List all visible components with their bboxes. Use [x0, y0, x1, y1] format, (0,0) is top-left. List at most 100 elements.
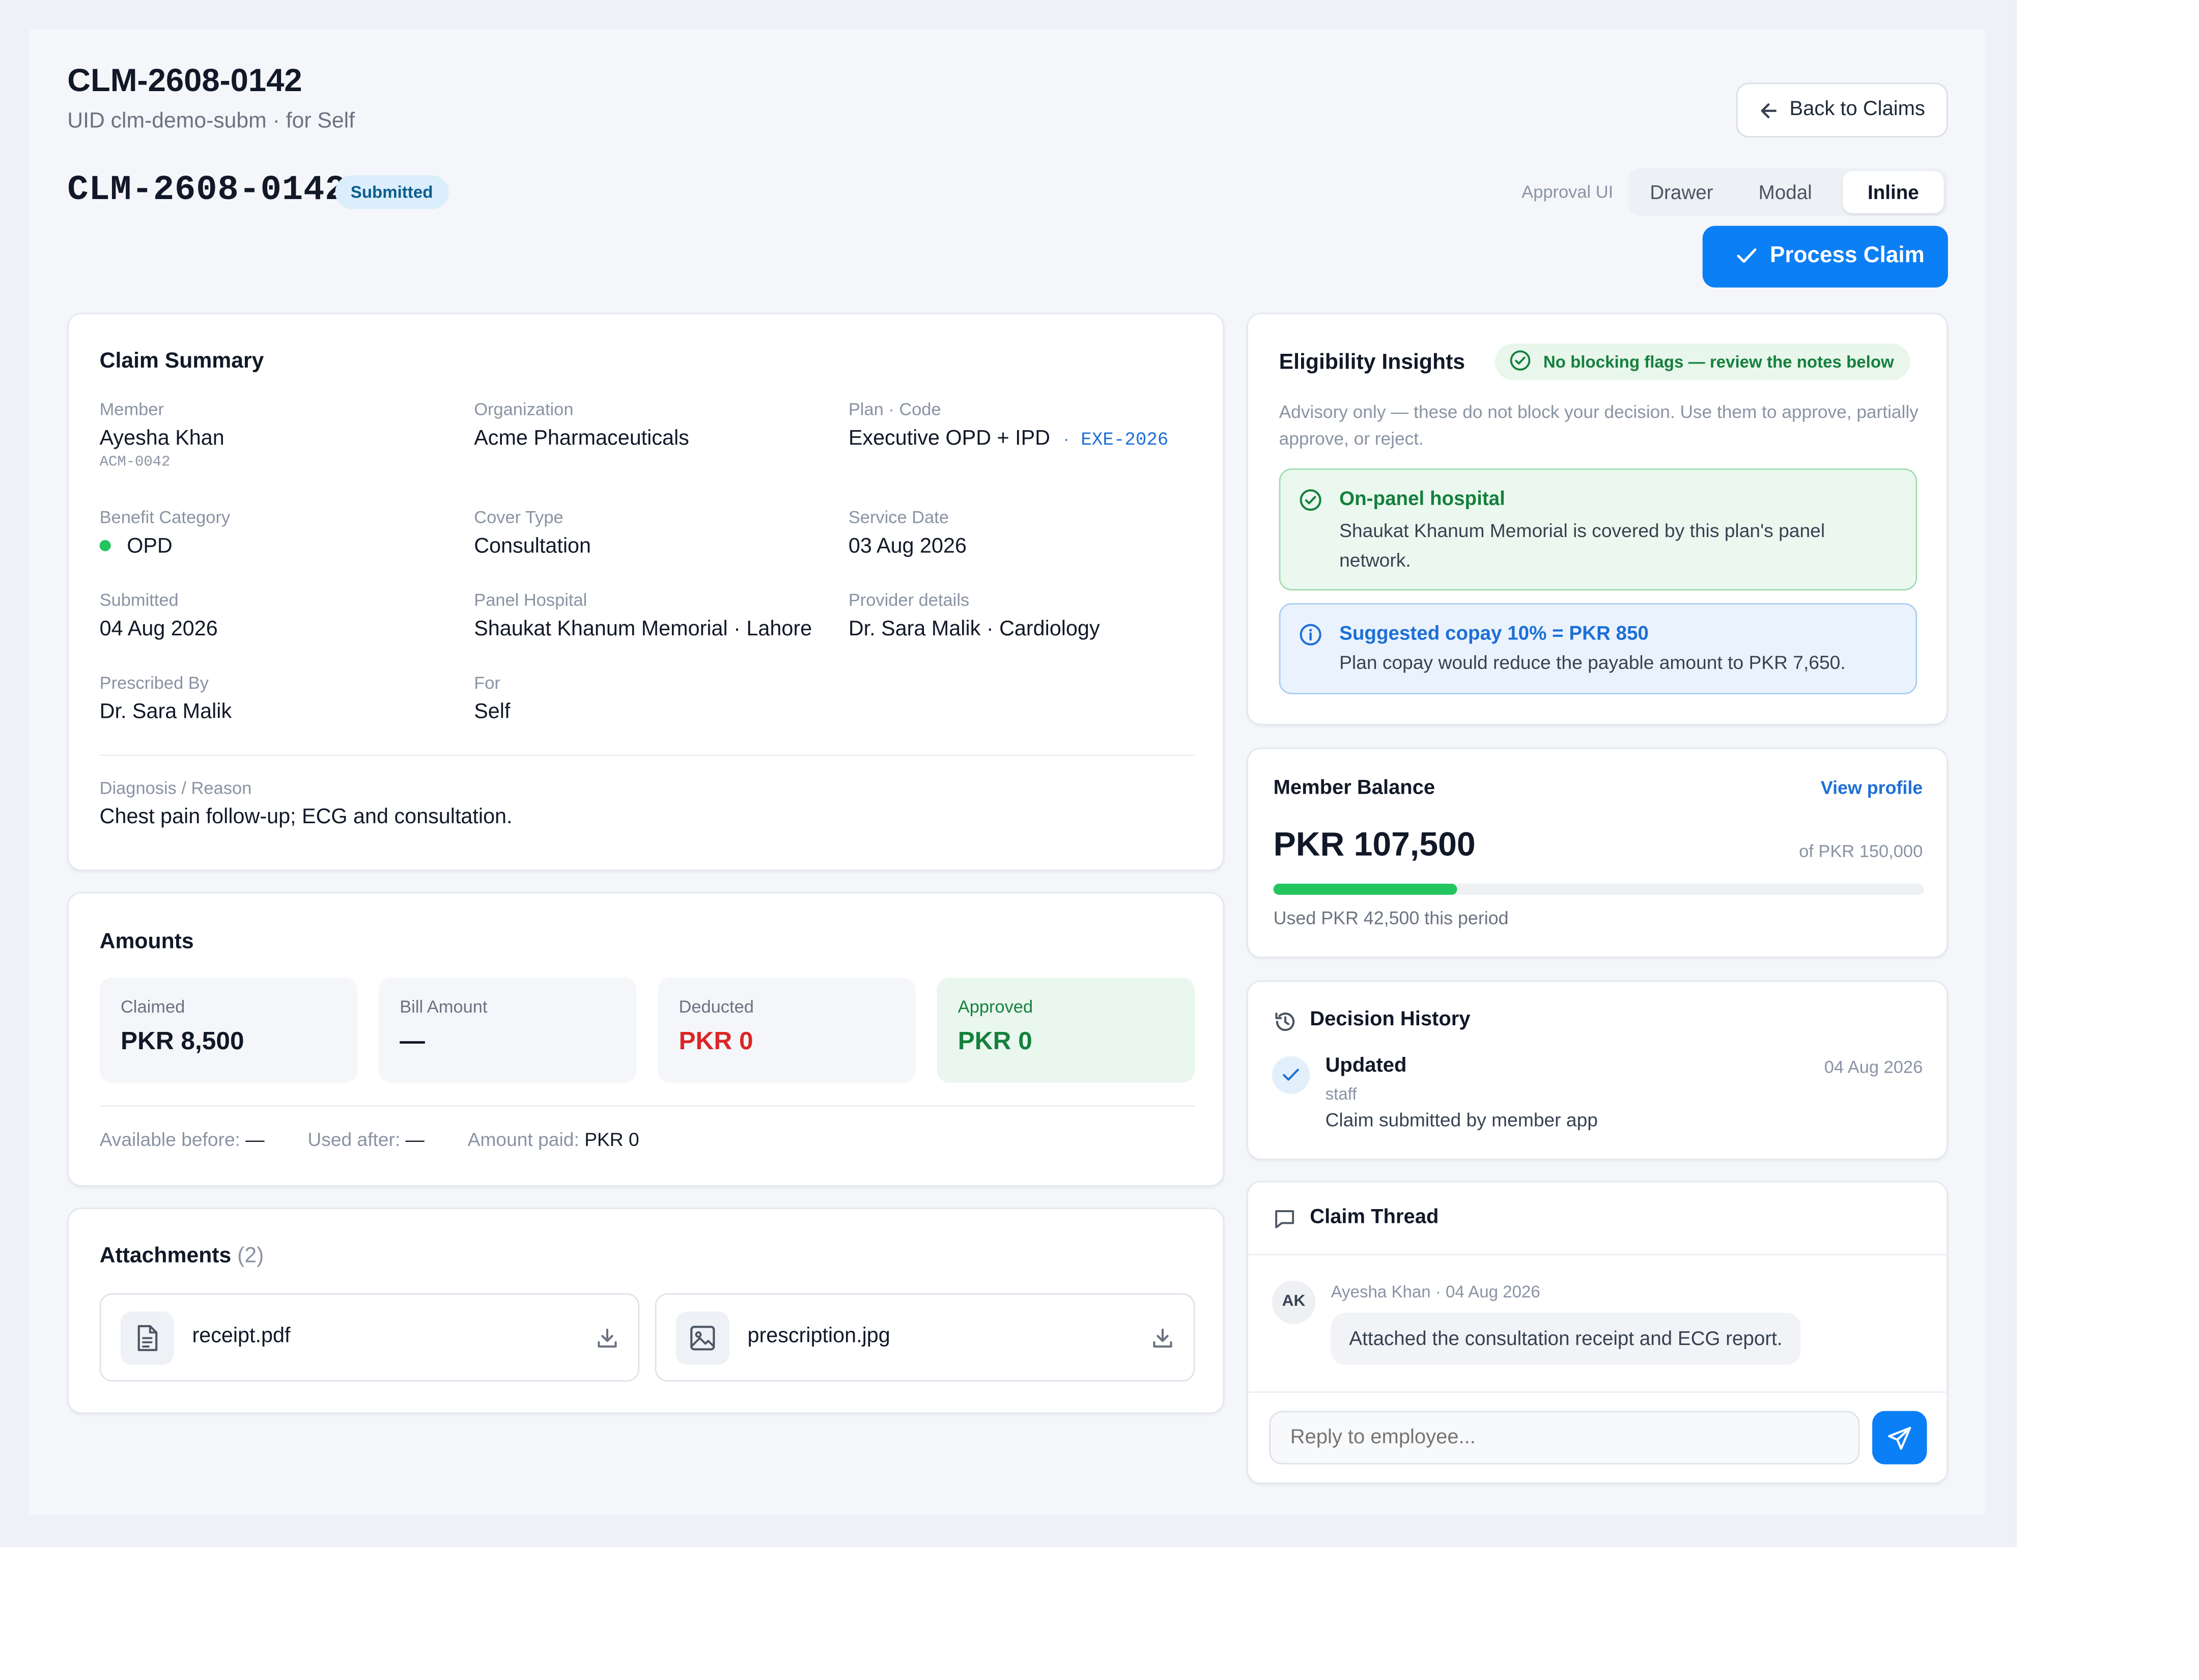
divider	[99, 754, 1195, 756]
amount-paid-label: Amount paid:	[467, 1129, 579, 1151]
plan-value: Executive OPD + IPD	[848, 426, 1051, 451]
diagnosis-value: Chest pain follow-up; ECG and consultati…	[99, 805, 513, 829]
no-blocking-flags-badge: No blocking flags — review the notes bel…	[1495, 344, 1910, 380]
provider-details-label: Provider details	[848, 590, 970, 610]
bill-amount-label: Bill Amount	[400, 997, 488, 1017]
claimed-value: PKR 8,500	[120, 1026, 244, 1055]
claim-id-heading: CLM-2608-0142	[67, 170, 347, 211]
reply-input[interactable]	[1269, 1411, 1860, 1465]
decision-history-title: Decision History	[1310, 1008, 1471, 1031]
message-icon	[1275, 1210, 1294, 1228]
back-to-claims-label: Back to Claims	[1789, 98, 1925, 121]
submitted-value: 04 Aug 2026	[99, 617, 218, 641]
prescribed-by-label: Prescribed By	[99, 673, 209, 693]
panel-hospital-label: Panel Hospital	[474, 590, 587, 610]
history-entry-role: staff	[1325, 1084, 1357, 1104]
divider	[1248, 1391, 1947, 1393]
member-balance-title: Member Balance	[1273, 777, 1435, 800]
balance-amount: PKR 107,500	[1273, 826, 1476, 864]
process-claim-label: Process Claim	[1769, 244, 1925, 268]
check-circle-icon	[1300, 489, 1321, 511]
divider	[1248, 1254, 1947, 1255]
history-entry-note: Claim submitted by member app	[1325, 1109, 1598, 1131]
claimed-label: Claimed	[120, 997, 185, 1017]
balance-total: of PKR 150,000	[1799, 842, 1923, 861]
download-icon[interactable]	[596, 1327, 618, 1349]
approval-option-modal[interactable]: Modal	[1735, 171, 1836, 213]
cover-type-field: Cover Type Consultation	[474, 508, 591, 559]
provider-details-value: Dr. Sara Malik · Cardiology	[848, 617, 1100, 641]
divider	[99, 1105, 1195, 1107]
page-title: CLM-2608-0142	[67, 62, 302, 98]
claimed-amount-box: Claimed PKR 8,500	[99, 977, 358, 1083]
insight-title: Suggested copay 10% = PKR 850	[1339, 621, 1649, 644]
for-value: Self	[474, 699, 511, 724]
attachment-name: prescription.jpg	[747, 1324, 890, 1348]
attachment-item[interactable]: prescription.jpg	[655, 1293, 1195, 1382]
deducted-amount-box: Deducted PKR 0	[658, 977, 916, 1083]
benefit-category-value: OPD	[127, 534, 173, 558]
member-label: Member	[99, 400, 164, 419]
organization-value: Acme Pharmaceuticals	[474, 426, 689, 451]
send-button[interactable]	[1872, 1411, 1927, 1465]
submitted-field: Submitted 04 Aug 2026	[100, 591, 218, 642]
service-date-value: 03 Aug 2026	[848, 534, 967, 558]
service-date-field: Service Date 03 Aug 2026	[849, 508, 967, 559]
bill-amount-box: Bill Amount —	[378, 977, 637, 1083]
diagnosis-label: Diagnosis / Reason	[99, 778, 252, 798]
image-icon	[675, 1311, 729, 1365]
diagnosis-field: Diagnosis / Reason Chest pain follow-up;…	[100, 778, 513, 830]
organization-field: Organization Acme Pharmaceuticals	[474, 400, 689, 452]
message-meta: Ayesha Khan · 04 Aug 2026	[1331, 1282, 1540, 1302]
attachments-card: Attachments (2) receipt.pdf prescription…	[67, 1208, 1225, 1414]
status-badge: Submitted	[335, 175, 448, 209]
attachment-item[interactable]: receipt.pdf	[99, 1293, 640, 1382]
advisory-text: Advisory only — these do not block your …	[1279, 401, 1919, 449]
prescribed-by-field: Prescribed By Dr. Sara Malik	[100, 673, 232, 725]
download-icon[interactable]	[1151, 1327, 1174, 1349]
history-entry-status: Updated	[1325, 1054, 1407, 1077]
approved-label: Approved	[957, 997, 1033, 1017]
provider-details-field: Provider details Dr. Sara Malik · Cardio…	[849, 591, 1100, 642]
balance-progress-fill	[1273, 883, 1458, 895]
history-icon	[1275, 1012, 1295, 1031]
for-field: For Self	[474, 673, 510, 725]
used-after-label: Used after:	[307, 1129, 401, 1151]
arrow-left-icon	[1761, 103, 1777, 119]
deducted-label: Deducted	[679, 997, 754, 1017]
check-icon	[1283, 1069, 1299, 1081]
send-icon	[1888, 1426, 1911, 1450]
decision-history-card: Decision History Updated 04 Aug 2026 sta…	[1247, 980, 1948, 1160]
view-profile-link[interactable]: View profile	[1821, 777, 1923, 798]
submitted-label: Submitted	[99, 590, 179, 610]
attachments-title: Attachments	[99, 1244, 232, 1268]
badge-text: No blocking flags — review the notes bel…	[1543, 352, 1894, 372]
insight-text: Plan copay would reduce the payable amou…	[1339, 652, 1846, 674]
info-icon	[1300, 624, 1321, 646]
amount-footer: Available before: — Used after: — Amount…	[100, 1129, 639, 1150]
claim-thread-title: Claim Thread	[1310, 1206, 1439, 1229]
plan-separator: ·	[1063, 429, 1069, 449]
attachments-title-row: Attachments (2)	[100, 1244, 264, 1270]
panel-hospital-value: Shaukat Khanum Memorial · Lahore	[474, 617, 812, 641]
eligibility-insights-card: Eligibility Insights No blocking flags —…	[1247, 313, 1948, 725]
approval-ui-label: Approval UI	[1521, 182, 1614, 202]
amount-paid-value: PKR 0	[584, 1129, 639, 1151]
approval-option-inline[interactable]: Inline	[1843, 171, 1944, 213]
page-subtitle: UID clm-demo-subm · for Self	[67, 109, 355, 133]
file-text-icon	[120, 1311, 174, 1365]
amounts-card: Amounts Claimed PKR 8,500 Bill Amount — …	[67, 892, 1225, 1187]
back-to-claims-button[interactable]: Back to Claims	[1736, 82, 1948, 137]
benefit-category-label: Benefit Category	[99, 508, 231, 527]
claim-thread-card: Claim Thread AK Ayesha Khan · 04 Aug 202…	[1247, 1181, 1948, 1484]
claim-summary-title: Claim Summary	[99, 349, 264, 373]
organization-label: Organization	[474, 400, 574, 419]
avatar: AK	[1272, 1280, 1316, 1324]
process-claim-button[interactable]: Process Claim	[1702, 226, 1948, 288]
insight-note-success: On-panel hospital Shaukat Khanum Memoria…	[1279, 468, 1918, 591]
approval-option-drawer[interactable]: Drawer	[1631, 171, 1732, 213]
member-field: Member Ayesha Khan ACM-0042	[100, 400, 224, 471]
member-name: Ayesha Khan	[99, 426, 224, 451]
member-code: ACM-0042	[99, 454, 171, 471]
check-circle-icon	[1510, 350, 1531, 371]
